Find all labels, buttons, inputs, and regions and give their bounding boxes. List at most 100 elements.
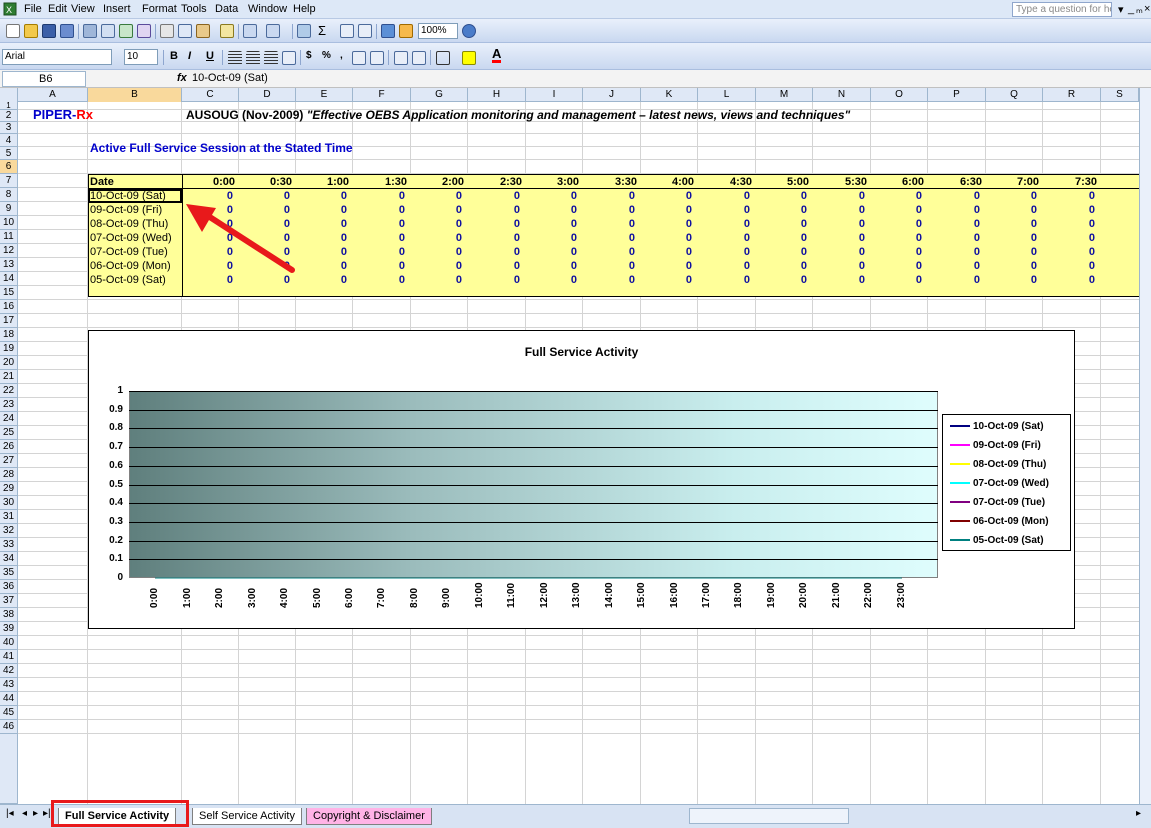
- table-value-cell[interactable]: 0: [924, 232, 980, 244]
- help-icon[interactable]: [462, 24, 476, 38]
- column-header[interactable]: R: [1043, 88, 1101, 102]
- row-header[interactable]: 6: [0, 160, 18, 174]
- table-value-cell[interactable]: 0: [981, 232, 1037, 244]
- row-header[interactable]: 1: [0, 102, 18, 110]
- save-icon[interactable]: [42, 24, 56, 38]
- table-value-cell[interactable]: 0: [809, 232, 865, 244]
- table-value-cell[interactable]: 0: [751, 190, 807, 202]
- table-date-cell[interactable]: 07-Oct-09 (Wed): [90, 232, 172, 244]
- spelling-icon[interactable]: [119, 24, 133, 38]
- table-value-cell[interactable]: 0: [866, 204, 922, 216]
- row-header[interactable]: 19: [0, 342, 18, 356]
- table-value-cell[interactable]: 0: [636, 204, 692, 216]
- row-header[interactable]: 39: [0, 622, 18, 636]
- table-value-cell[interactable]: 0: [809, 246, 865, 258]
- row-header[interactable]: 30: [0, 496, 18, 510]
- row-header[interactable]: 9: [0, 202, 18, 216]
- table-value-cell[interactable]: 0: [406, 232, 462, 244]
- table-date-cell[interactable]: 08-Oct-09 (Thu): [90, 218, 168, 230]
- row-header[interactable]: 23: [0, 398, 18, 412]
- close-icon[interactable]: ×: [1144, 3, 1150, 15]
- print-preview-icon[interactable]: [101, 24, 115, 38]
- table-value-cell[interactable]: 0: [349, 246, 405, 258]
- table-value-cell[interactable]: 0: [1039, 246, 1095, 258]
- table-value-cell[interactable]: 0: [866, 246, 922, 258]
- sort-descending-icon[interactable]: [358, 24, 372, 38]
- legend-item[interactable]: 10-Oct-09 (Sat): [950, 421, 1044, 432]
- table-value-cell[interactable]: 0: [981, 246, 1037, 258]
- table-value-cell[interactable]: 0: [1039, 204, 1095, 216]
- row-header[interactable]: 12: [0, 244, 18, 258]
- column-header[interactable]: I: [526, 88, 583, 102]
- table-value-cell[interactable]: 0: [579, 204, 635, 216]
- row-header[interactable]: 2: [0, 110, 18, 122]
- row-header[interactable]: 33: [0, 538, 18, 552]
- table-value-cell[interactable]: 0: [464, 190, 520, 202]
- table-value-cell[interactable]: 0: [751, 218, 807, 230]
- table-value-cell[interactable]: 0: [924, 246, 980, 258]
- table-value-cell[interactable]: 0: [694, 260, 750, 272]
- minimize-icon[interactable]: _: [1128, 3, 1134, 15]
- font-size-select[interactable]: 10: [124, 49, 158, 65]
- menu-tools[interactable]: Tools: [181, 3, 207, 15]
- column-header[interactable]: D: [239, 88, 296, 102]
- table-value-cell[interactable]: 0: [521, 190, 577, 202]
- table-value-cell[interactable]: 0: [349, 274, 405, 286]
- row-header[interactable]: 46: [0, 720, 18, 734]
- table-value-cell[interactable]: 0: [866, 218, 922, 230]
- table-value-cell[interactable]: 0: [694, 204, 750, 216]
- menu-help[interactable]: Help: [293, 3, 316, 15]
- row-header[interactable]: 7: [0, 174, 18, 188]
- table-date-cell[interactable]: 07-Oct-09 (Tue): [90, 246, 168, 258]
- table-value-cell[interactable]: 0: [694, 190, 750, 202]
- legend-item[interactable]: 06-Oct-09 (Mon): [950, 516, 1049, 527]
- column-header[interactable]: L: [698, 88, 756, 102]
- row-header[interactable]: 3: [0, 122, 18, 134]
- table-value-cell[interactable]: 0: [981, 218, 1037, 230]
- row-header[interactable]: 5: [0, 147, 18, 160]
- table-value-cell[interactable]: 0: [406, 190, 462, 202]
- autosum-icon[interactable]: Σ: [318, 23, 326, 38]
- row-header[interactable]: 35: [0, 566, 18, 580]
- cut-icon[interactable]: [160, 24, 174, 38]
- column-header[interactable]: E: [296, 88, 353, 102]
- table-value-cell[interactable]: 0: [866, 274, 922, 286]
- redo-icon[interactable]: [266, 24, 280, 38]
- table-value-cell[interactable]: 0: [636, 218, 692, 230]
- italic-button[interactable]: I: [188, 50, 191, 62]
- increase-decimal-icon[interactable]: [352, 51, 366, 65]
- last-sheet-icon[interactable]: ▸|: [43, 808, 51, 819]
- table-value-cell[interactable]: 0: [924, 274, 980, 286]
- table-value-cell[interactable]: 0: [579, 260, 635, 272]
- row-header[interactable]: 4: [0, 134, 18, 147]
- formula-content[interactable]: 10-Oct-09 (Sat): [192, 72, 268, 84]
- merge-center-icon[interactable]: [282, 51, 296, 65]
- column-header[interactable]: C: [182, 88, 239, 102]
- row-header[interactable]: 44: [0, 692, 18, 706]
- row-header[interactable]: 24: [0, 412, 18, 426]
- tab-copyright-disclaimer[interactable]: Copyright & Disclaimer: [306, 808, 432, 825]
- decrease-decimal-icon[interactable]: [370, 51, 384, 65]
- row-header[interactable]: 43: [0, 678, 18, 692]
- sort-ascending-icon[interactable]: [340, 24, 354, 38]
- table-value-cell[interactable]: 0: [809, 218, 865, 230]
- row-header[interactable]: 15: [0, 286, 18, 300]
- active-cell[interactable]: [88, 189, 182, 203]
- row-header[interactable]: 20: [0, 356, 18, 370]
- chart-wizard-icon[interactable]: [381, 24, 395, 38]
- decrease-indent-icon[interactable]: [394, 51, 408, 65]
- table-value-cell[interactable]: 0: [349, 190, 405, 202]
- table-value-cell[interactable]: 0: [579, 232, 635, 244]
- table-value-cell[interactable]: 0: [981, 204, 1037, 216]
- table-value-cell[interactable]: 0: [1039, 260, 1095, 272]
- row-header[interactable]: 45: [0, 706, 18, 720]
- font-name-select[interactable]: Arial: [2, 49, 112, 65]
- table-value-cell[interactable]: 0: [636, 274, 692, 286]
- table-value-cell[interactable]: 0: [349, 232, 405, 244]
- paste-icon[interactable]: [196, 24, 210, 38]
- row-header[interactable]: 40: [0, 636, 18, 650]
- research-icon[interactable]: [137, 24, 151, 38]
- table-value-cell[interactable]: 0: [521, 260, 577, 272]
- row-header[interactable]: 28: [0, 468, 18, 482]
- menu-format[interactable]: Format: [142, 3, 177, 15]
